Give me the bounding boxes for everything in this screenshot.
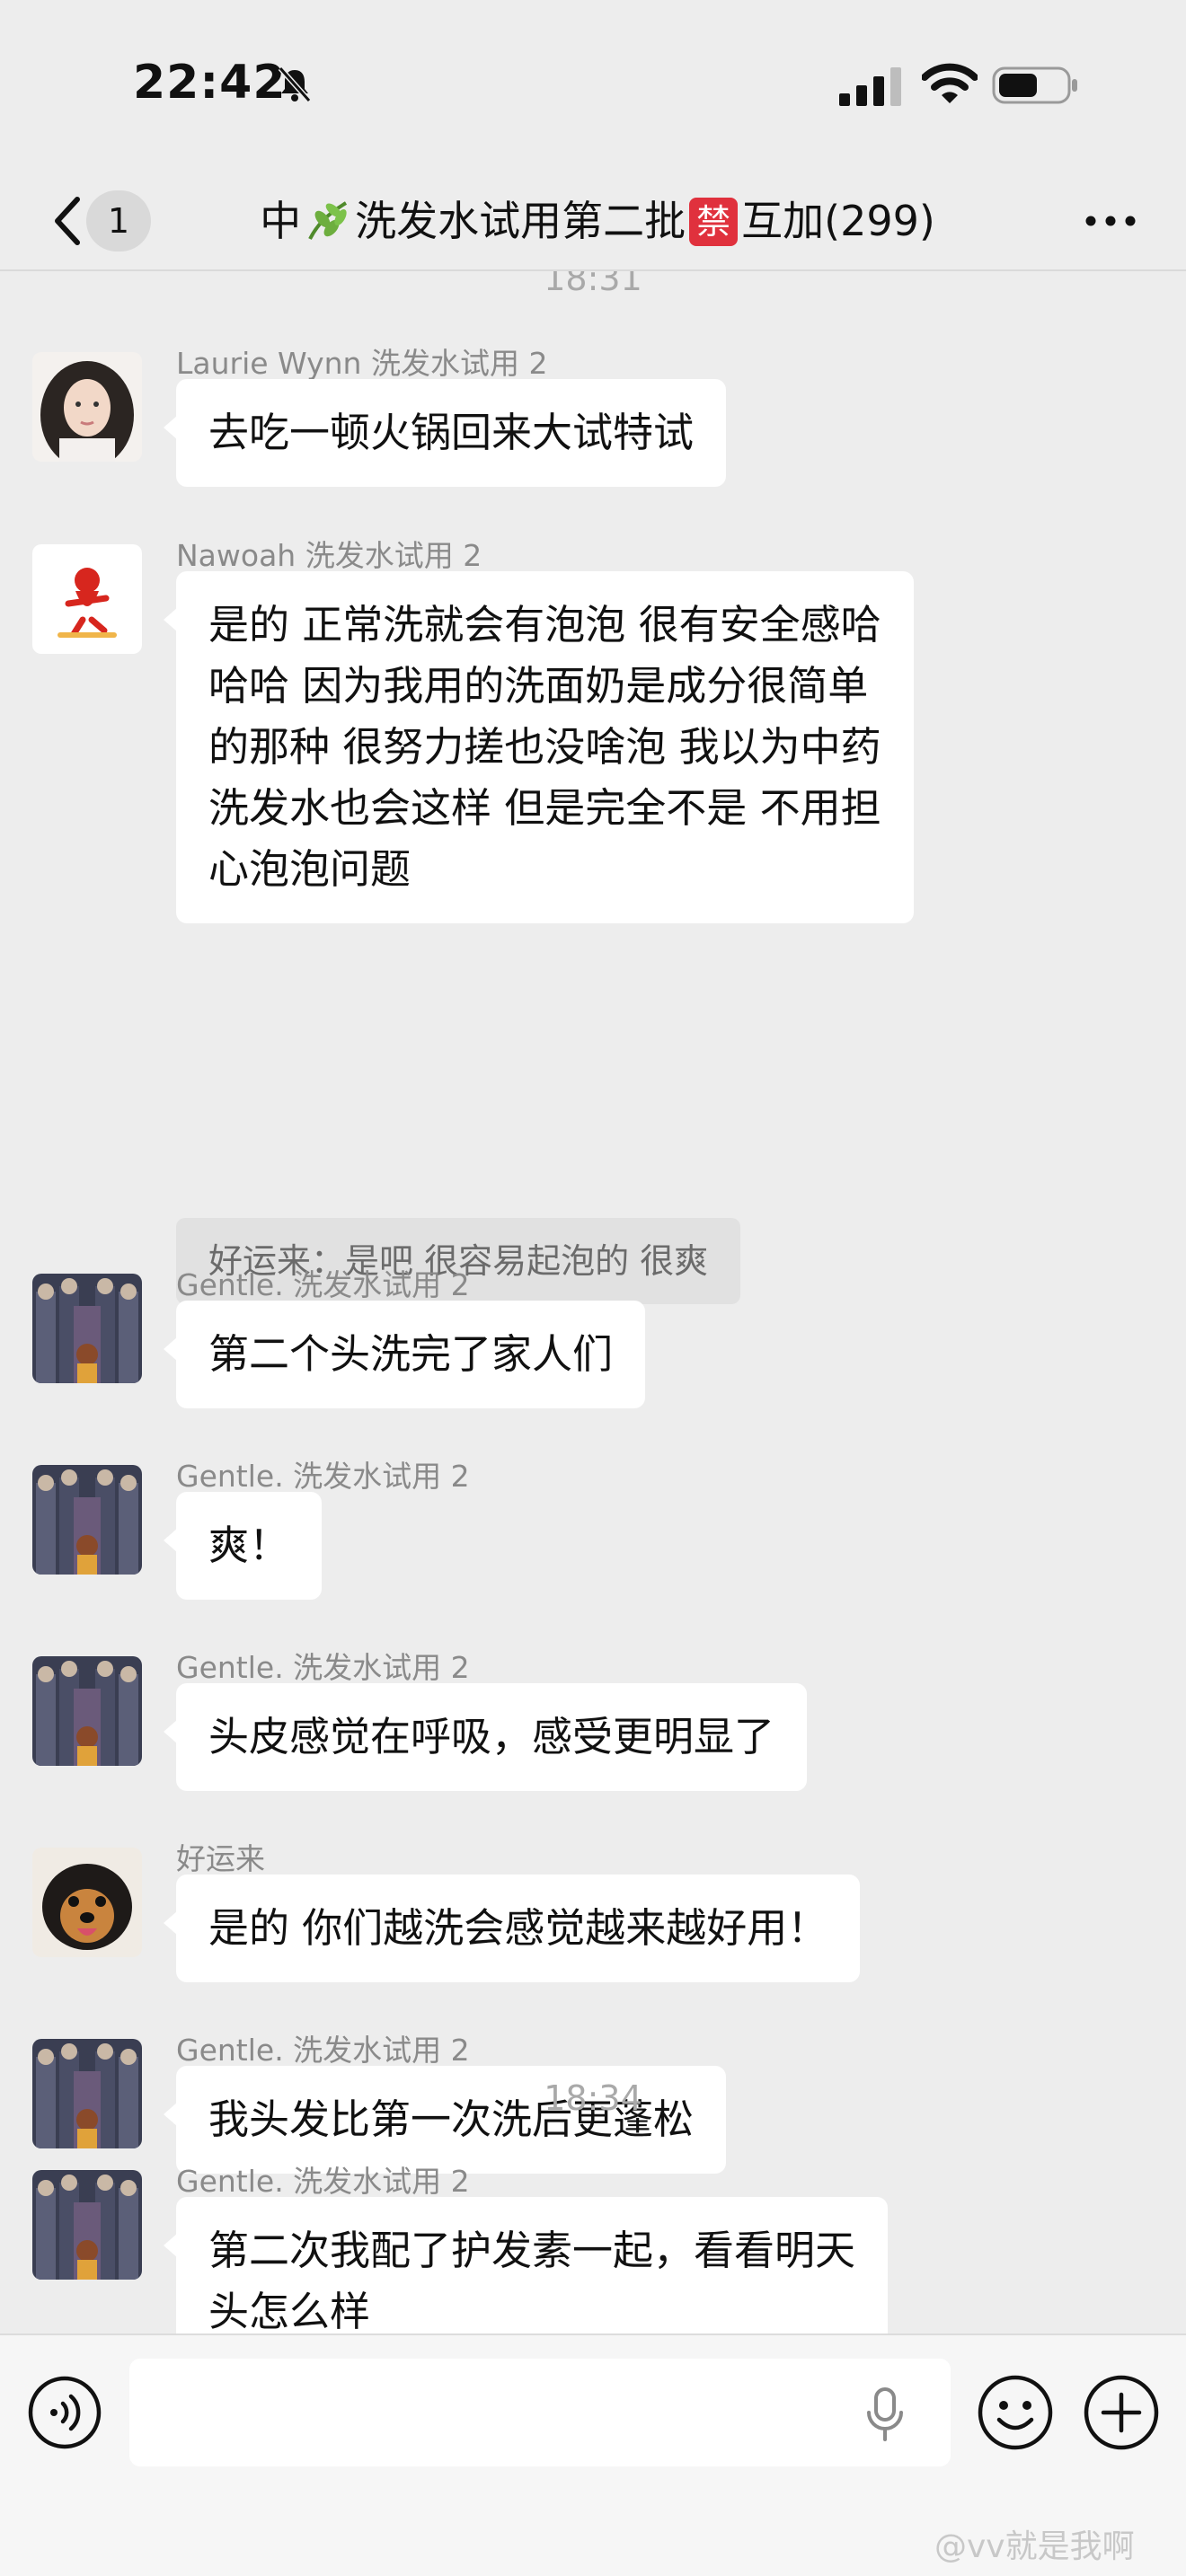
message-text-line: 爽！	[208, 1522, 290, 1569]
avatar[interactable]	[32, 1848, 142, 1957]
title-text-1: 中	[260, 197, 302, 245]
message-bubble[interactable]: 爽！	[163, 1492, 323, 1600]
sender-name: Gentle. 洗发水试用 2	[176, 2033, 470, 2068]
message-list[interactable]: 18:31 Laurie Wynn 洗发水试用 2 去吃一顿火锅回来大试特试 N…	[0, 271, 1186, 2333]
message-input[interactable]	[129, 2359, 951, 2466]
title-text-2: 洗发水试用第二批	[355, 197, 686, 245]
message-bubble[interactable]: 头皮感觉在呼吸，感受更明显了	[163, 1683, 808, 1791]
avatar[interactable]	[32, 1465, 142, 1575]
chat-header: 1 中 洗发水试用第二批禁互加(299)	[0, 171, 1186, 271]
group-title[interactable]: 中 洗发水试用第二批禁互加(299)	[216, 171, 979, 271]
avatar[interactable]	[32, 1656, 142, 1766]
unread-count-badge[interactable]: 1	[86, 190, 151, 251]
sender-name: Laurie Wynn 洗发水试用 2	[176, 346, 548, 381]
wechat-group-chat-screen: 22:42 1 中 洗发水试用第二批 禁 互加(299) 18:31 Lauri…	[0, 0, 1186, 2576]
silent-bell-icon	[278, 66, 312, 102]
sender-name: Gentle. 洗发水试用 2	[176, 1650, 470, 1685]
battery-icon	[992, 66, 1077, 104]
message-bubble[interactable]: 是的 你们越洗会感觉越来越好用！	[163, 1875, 861, 1982]
sender-name: Gentle. 洗发水试用 2	[176, 1267, 470, 1302]
timestamp-divider: 18:31	[544, 271, 642, 298]
prohibited-emoji-badge: 禁	[689, 198, 739, 246]
message-text-line: 是的 你们越洗会感觉越来越好用！	[208, 1904, 828, 1952]
voice-icon[interactable]	[27, 2375, 102, 2450]
cellular-signal-icon	[839, 67, 901, 106]
message-text-line: 心泡泡问题	[208, 845, 412, 893]
status-time: 22:42	[133, 56, 287, 110]
message-bubble[interactable]: 第二次我配了护发素一起，看看明天 头怎么样	[163, 2197, 889, 2333]
more-options-button[interactable]	[1078, 196, 1143, 246]
message-bubble[interactable]: 第二个头洗完了家人们	[163, 1301, 646, 1408]
timestamp-divider: 18:34	[544, 2078, 642, 2118]
avatar[interactable]	[32, 352, 142, 462]
sender-name: Gentle. 洗发水试用 2	[176, 1459, 470, 1494]
message-bubble[interactable]: 去吃一顿火锅回来大试特试	[163, 379, 727, 487]
emoji-icon[interactable]	[976, 2373, 1055, 2452]
message-text-line: 的那种 很努力搓也没啥泡 我以为中药	[208, 723, 881, 771]
status-bar: 22:42	[0, 0, 1186, 171]
avatar[interactable]	[32, 1274, 142, 1383]
message-text-line: 是的 正常洗就会有泡泡 很有安全感哈	[208, 601, 881, 648]
plus-icon[interactable]	[1082, 2373, 1161, 2452]
wifi-icon	[922, 63, 978, 103]
message-text-line: 头皮感觉在呼吸，感受更明显了	[208, 1713, 775, 1760]
avatar[interactable]	[32, 544, 142, 654]
message-text-line: 第二个头洗完了家人们	[208, 1330, 614, 1378]
weibo-watermark: @vv就是我啊	[934, 2528, 1135, 2565]
message-text-line: 第二次我配了护发素一起，看看明天	[208, 2227, 856, 2274]
leaf-emoji-icon	[308, 201, 348, 240]
sender-name: Nawoah 洗发水试用 2	[176, 538, 482, 573]
title-text-3: 互加(299)	[741, 197, 935, 245]
message-bubble[interactable]: 是的 正常洗就会有泡泡 很有安全感哈 哈哈 因为我用的洗面奶是成分很简单 的那种…	[164, 571, 914, 923]
message-text-line: 洗发水也会这样 但是完全不是 不用担	[208, 784, 881, 832]
message-text-line: 哈哈 因为我用的洗面奶是成分很简单	[208, 662, 869, 710]
sender-name: Gentle. 洗发水试用 2	[176, 2164, 470, 2199]
message-text-line: 头怎么样	[208, 2288, 371, 2333]
mic-icon[interactable]	[863, 2386, 907, 2443]
message-text-line: 去吃一顿火锅回来大试特试	[208, 409, 695, 456]
avatar[interactable]	[32, 2170, 142, 2280]
sender-name: 好运来	[176, 1841, 265, 1876]
